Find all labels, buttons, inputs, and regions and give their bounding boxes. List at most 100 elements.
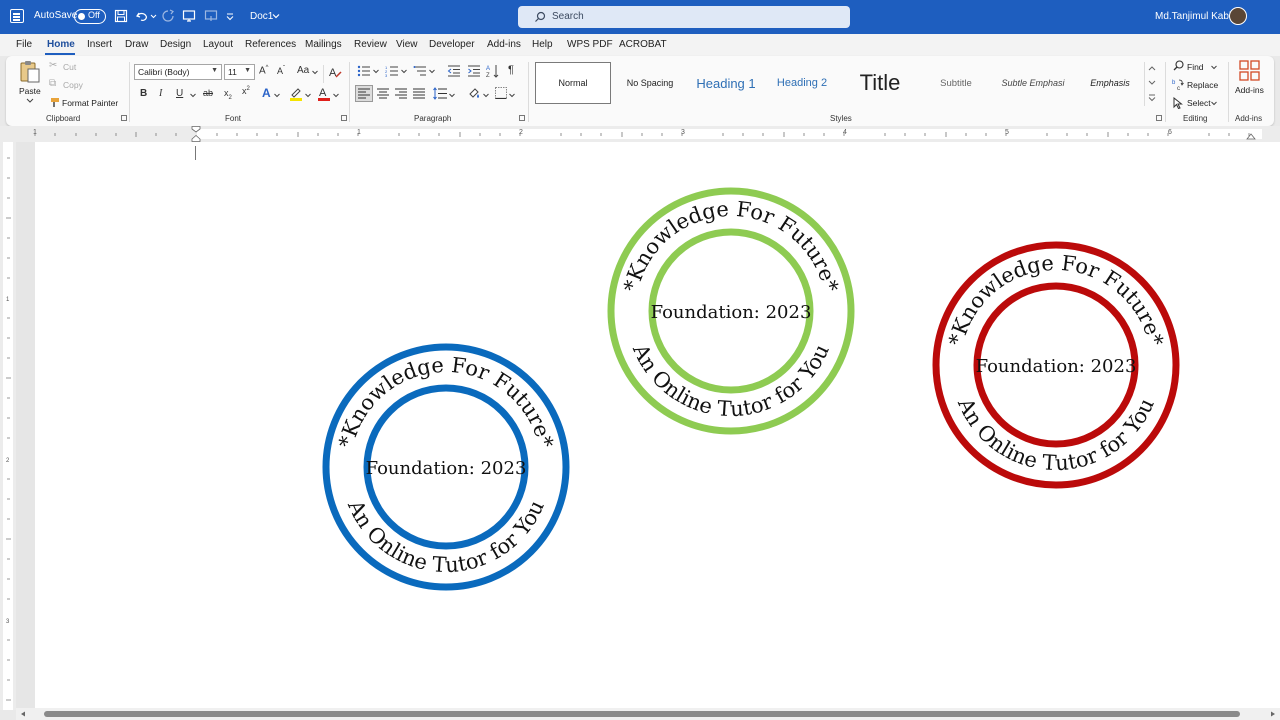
line-spacing-icon[interactable] — [433, 87, 447, 100]
style-title[interactable]: Title — [844, 62, 916, 104]
font-launcher-icon[interactable] — [341, 115, 347, 121]
highlight-icon[interactable] — [289, 86, 303, 101]
chevron-down-icon[interactable] — [272, 12, 280, 20]
find-button[interactable]: Find — [1187, 62, 1204, 72]
stamp-green[interactable]: *Knowledge For Future* An Online Tutor f… — [606, 186, 856, 436]
style-heading-1[interactable]: Heading 1 — [690, 62, 762, 104]
style-emphasis[interactable]: Emphasis — [1074, 62, 1146, 104]
undo-dropdown-icon[interactable] — [150, 9, 157, 23]
underline-icon[interactable]: U — [176, 88, 183, 99]
right-indent-marker-icon[interactable] — [1246, 132, 1256, 140]
paste-dropdown-icon[interactable] — [26, 98, 34, 104]
scrollbar-thumb[interactable] — [44, 711, 1240, 717]
strikethrough-icon[interactable]: ab — [203, 88, 213, 98]
stamp-red[interactable]: *Knowledge For Future* An Online Tutor f… — [931, 240, 1181, 490]
font-color-icon[interactable]: A — [317, 86, 331, 101]
chevron-up-icon[interactable] — [1148, 65, 1156, 71]
text-effects-icon[interactable]: A — [262, 86, 271, 100]
subscript-icon[interactable]: x2 — [224, 88, 232, 101]
shading-icon[interactable] — [467, 86, 481, 100]
redo-icon[interactable] — [161, 9, 175, 23]
numbering-icon[interactable]: 123 — [385, 65, 399, 77]
chevron-down-icon[interactable] — [274, 93, 280, 98]
more-styles-icon[interactable] — [1148, 94, 1156, 102]
font-size-select[interactable]: 11 ▼ — [224, 64, 255, 80]
chevron-down-icon[interactable] — [1211, 65, 1217, 70]
styles-launcher-icon[interactable] — [1156, 115, 1162, 121]
tab-mailings[interactable]: Mailings — [305, 39, 342, 50]
borders-icon[interactable] — [495, 87, 507, 99]
format-painter-button[interactable]: Format Painter — [62, 98, 118, 108]
tab-wps-pdf[interactable]: WPS PDF — [567, 39, 613, 50]
add-ins-button[interactable]: Add-ins — [1235, 85, 1264, 95]
user-name[interactable]: Md.Tanjimul Kabir — [1155, 11, 1234, 22]
tab-draw[interactable]: Draw — [125, 39, 148, 50]
document-name[interactable]: Doc1 — [250, 11, 273, 22]
chevron-down-icon[interactable] — [190, 93, 196, 98]
chevron-down-icon[interactable] — [1211, 101, 1217, 106]
bullets-icon[interactable] — [357, 65, 371, 77]
copy-button[interactable]: Copy — [63, 80, 83, 90]
scroll-right-icon[interactable] — [1270, 711, 1276, 717]
tab-layout[interactable]: Layout — [203, 39, 233, 50]
change-case-icon[interactable]: Aa — [297, 65, 309, 76]
grow-font-icon[interactable]: A^ — [259, 65, 269, 76]
search-box[interactable]: Search — [518, 6, 850, 28]
add-ins-icon[interactable] — [1239, 60, 1261, 82]
chevron-down-icon[interactable] — [373, 69, 379, 74]
style-heading-2[interactable]: Heading 2 — [766, 62, 838, 104]
avatar[interactable] — [1229, 7, 1247, 25]
paste-label[interactable]: Paste — [19, 86, 41, 96]
tab-home[interactable]: Home — [47, 39, 75, 50]
style-subtitle[interactable]: Subtitle — [920, 62, 992, 104]
justify-icon[interactable] — [413, 88, 425, 99]
show-formatting-marks-icon[interactable]: ¶ — [508, 64, 514, 76]
paragraph-launcher-icon[interactable] — [519, 115, 525, 121]
clear-formatting-icon[interactable]: A — [328, 65, 342, 79]
tab-view[interactable]: View — [396, 39, 418, 50]
select-button[interactable]: Select — [1187, 98, 1211, 108]
italic-icon[interactable]: I — [159, 88, 162, 99]
tab-design[interactable]: Design — [160, 39, 191, 50]
cut-button[interactable]: Cut — [63, 62, 76, 72]
chevron-down-icon[interactable] — [483, 93, 489, 98]
tab-add-ins[interactable]: Add-ins — [487, 39, 521, 50]
tab-acrobat[interactable]: ACROBAT — [619, 39, 667, 50]
multilevel-list-icon[interactable] — [413, 65, 427, 77]
horizontal-scrollbar[interactable] — [16, 708, 1280, 720]
autosave-toggle[interactable]: Off — [74, 9, 106, 24]
chevron-down-icon[interactable] — [312, 70, 318, 75]
chevron-down-icon[interactable] — [429, 69, 435, 74]
increase-indent-icon[interactable] — [467, 65, 481, 77]
clipboard-launcher-icon[interactable] — [121, 115, 127, 121]
chevron-down-icon[interactable] — [449, 93, 455, 98]
style-normal[interactable]: Normal — [535, 62, 611, 104]
tab-references[interactable]: References — [245, 39, 296, 50]
style-subtle-emphasis[interactable]: Subtle Emphasi — [996, 62, 1070, 104]
horizontal-ruler[interactable]: 1 1 2 3 4 5 6 — [0, 126, 1280, 142]
chevron-down-icon[interactable] — [509, 93, 515, 98]
align-center-icon[interactable] — [377, 88, 389, 99]
touch-mode-icon[interactable] — [204, 9, 218, 23]
style-no-spacing[interactable]: No Spacing — [614, 62, 686, 104]
shrink-font-icon[interactable]: Aˇ — [277, 66, 285, 76]
replace-button[interactable]: Replace — [1187, 80, 1218, 90]
vertical-ruler[interactable]: 1 2 3 — [0, 142, 16, 710]
decrease-indent-icon[interactable] — [447, 65, 461, 77]
tab-insert[interactable]: Insert — [87, 39, 112, 50]
scroll-left-icon[interactable] — [20, 711, 26, 717]
tab-developer[interactable]: Developer — [429, 39, 475, 50]
chevron-down-icon[interactable] — [305, 93, 311, 98]
tab-help[interactable]: Help — [532, 39, 553, 50]
tab-review[interactable]: Review — [354, 39, 387, 50]
undo-icon[interactable] — [135, 9, 149, 23]
chevron-down-icon[interactable] — [1148, 80, 1156, 86]
indent-marker-icon[interactable] — [191, 126, 201, 142]
chevron-down-icon[interactable] — [333, 93, 339, 98]
superscript-icon[interactable]: x2 — [242, 86, 250, 96]
bold-icon[interactable]: B — [140, 88, 147, 99]
stamp-blue[interactable]: *Knowledge For Future* An Online Tutor f… — [321, 342, 571, 592]
paste-icon[interactable] — [19, 60, 41, 84]
save-icon[interactable] — [114, 9, 128, 23]
present-icon[interactable] — [182, 9, 196, 23]
